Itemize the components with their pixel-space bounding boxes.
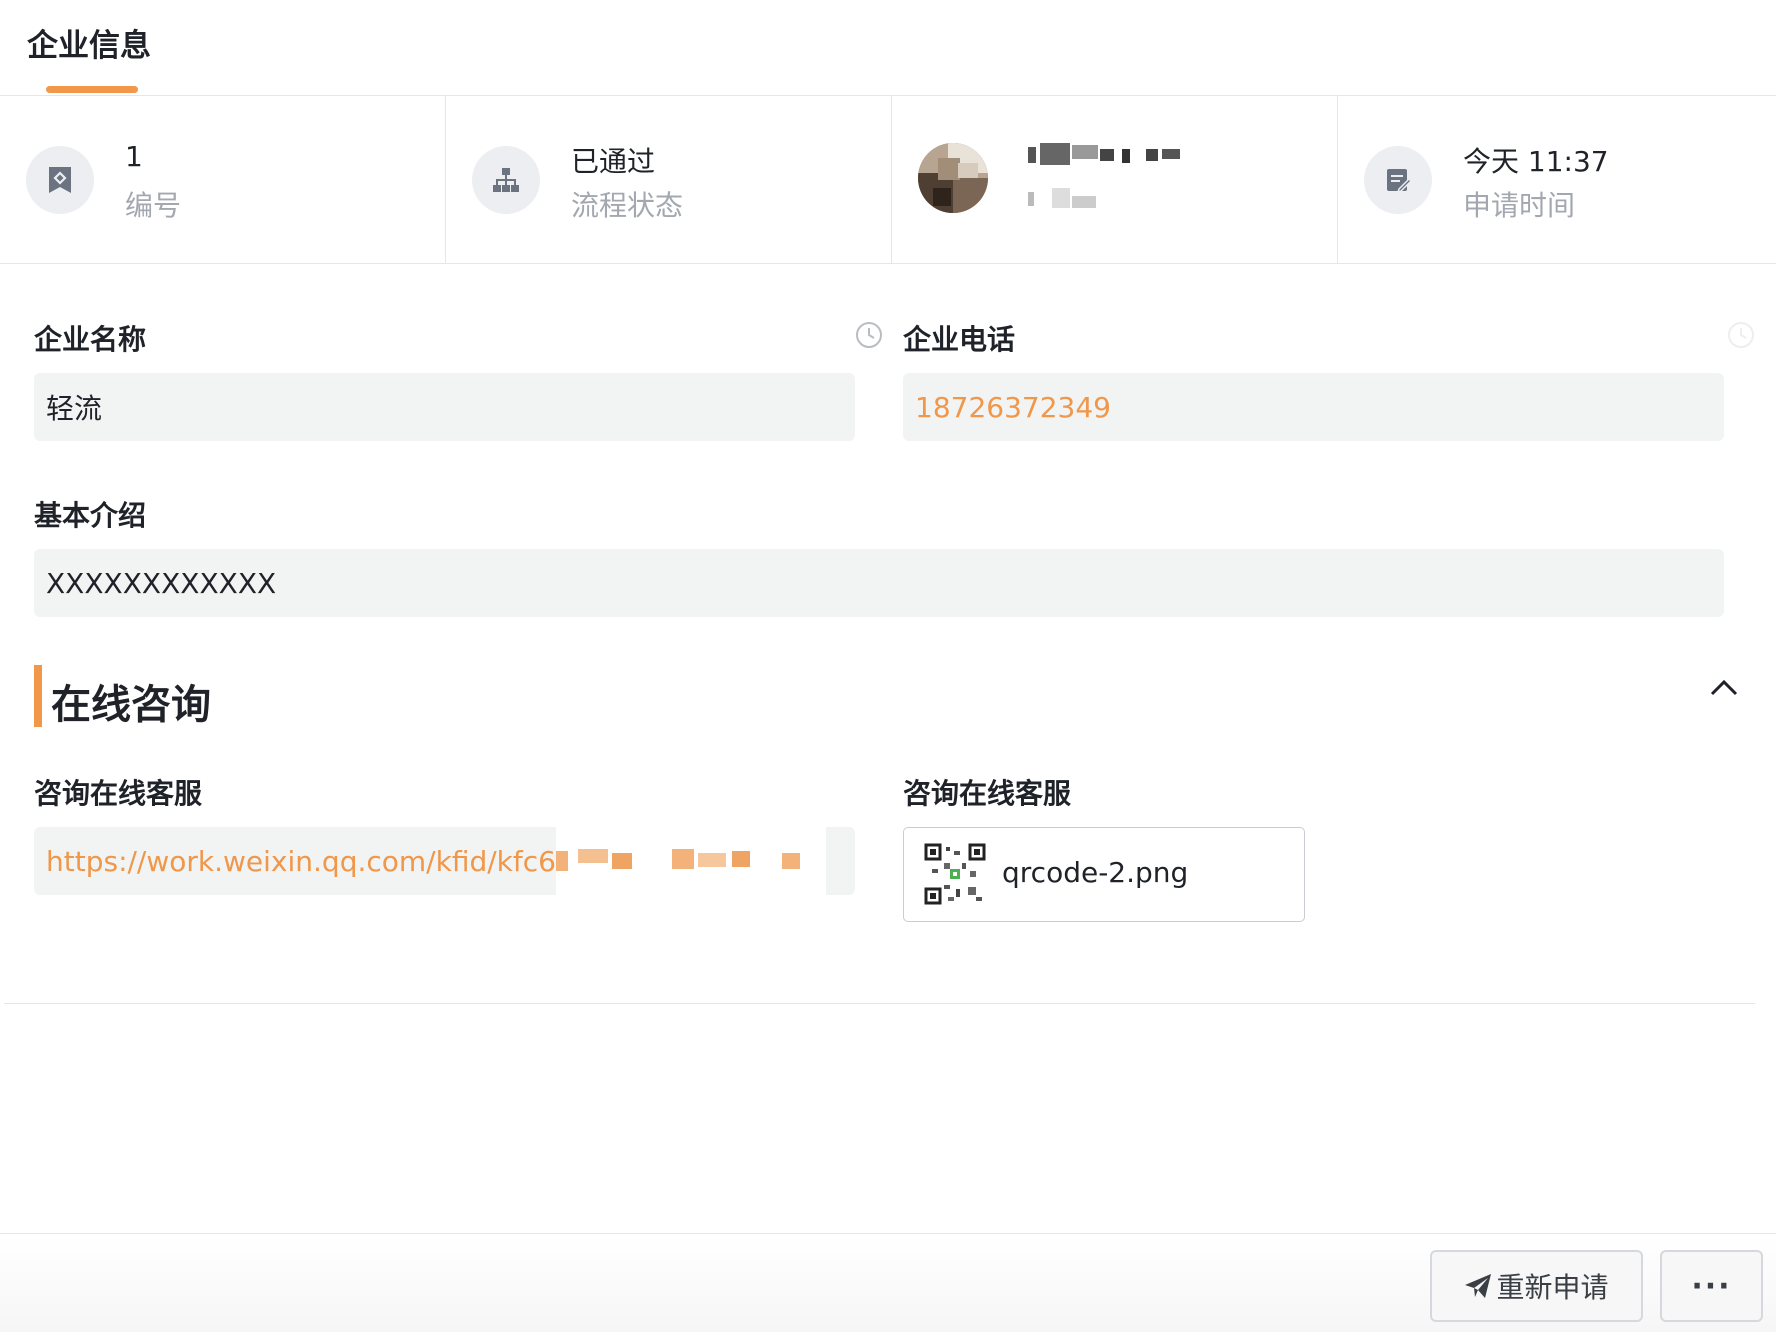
- intro-label: 基本介绍: [34, 499, 147, 532]
- content-divider: [4, 1003, 1755, 1004]
- record-number-label: 编号: [125, 189, 182, 222]
- company-phone-label: 企业电话: [903, 323, 1016, 356]
- info-number: 1 编号: [0, 96, 446, 264]
- record-number: 1: [125, 140, 143, 173]
- link-field-label: 咨询在线客服: [34, 777, 203, 810]
- link-blurred-part: [555, 827, 826, 895]
- info-status: 已通过 流程状态: [446, 96, 892, 264]
- chevron-up-icon[interactable]: [1708, 676, 1740, 700]
- send-icon: [1465, 1274, 1492, 1298]
- history-icon[interactable]: [854, 320, 884, 350]
- more-actions-button[interactable]: ···: [1660, 1250, 1763, 1322]
- applicant-name-blurred: [1028, 143, 1183, 165]
- company-phone-field[interactable]: 18726372349: [903, 373, 1724, 441]
- flow-status-label: 流程状态: [571, 189, 684, 222]
- link-url[interactable]: https://work.weixin.qq.com/kfid/kfc6: [46, 845, 556, 878]
- image-field-label: 咨询在线客服: [903, 777, 1072, 810]
- more-icon: ···: [1691, 1268, 1732, 1304]
- link-field[interactable]: https://work.weixin.qq.com/kfid/kfc6: [34, 827, 855, 895]
- info-bar: 1 编号 已通过 流程状态 今天 11:37 申请时间: [0, 96, 1776, 264]
- qrcode-icon: [924, 843, 986, 905]
- reapply-button[interactable]: 重新申请: [1430, 1250, 1643, 1322]
- attachment-file-name[interactable]: qrcode-2.png: [1002, 856, 1188, 889]
- company-name-label: 企业名称: [34, 323, 147, 356]
- section-title: 在线咨询: [51, 682, 211, 728]
- tab-company-info[interactable]: 企业信息: [27, 20, 151, 65]
- avatar: [918, 143, 988, 213]
- footer-toolbar: 重新申请 ···: [0, 1233, 1776, 1332]
- section-accent-bar: [34, 665, 42, 727]
- apply-time: 今天 11:37: [1463, 145, 1609, 178]
- intro-field[interactable]: XXXXXXXXXXXX: [34, 549, 1724, 617]
- attachment-card[interactable]: qrcode-2.png: [903, 827, 1305, 922]
- edit-note-icon: [1364, 146, 1432, 214]
- flow-status: 已通过: [571, 145, 656, 178]
- history-icon[interactable]: [1726, 320, 1756, 350]
- org-chart-icon: [472, 146, 540, 214]
- tab-bar: 企业信息: [0, 0, 1776, 96]
- apply-time-label: 申请时间: [1463, 189, 1576, 222]
- info-time: 今天 11:37 申请时间: [1338, 96, 1776, 264]
- app-page: 企业信息 1 编号 已通过 流程状态 今天 11:37 申请时间 企业名称 轻流…: [0, 0, 1776, 1332]
- applicant-dept-blurred: [1028, 188, 1118, 210]
- active-tab-indicator: [46, 86, 138, 93]
- bookmark-icon: [26, 146, 94, 214]
- reapply-label: 重新申请: [1496, 1271, 1609, 1304]
- company-name-field[interactable]: 轻流: [34, 373, 855, 441]
